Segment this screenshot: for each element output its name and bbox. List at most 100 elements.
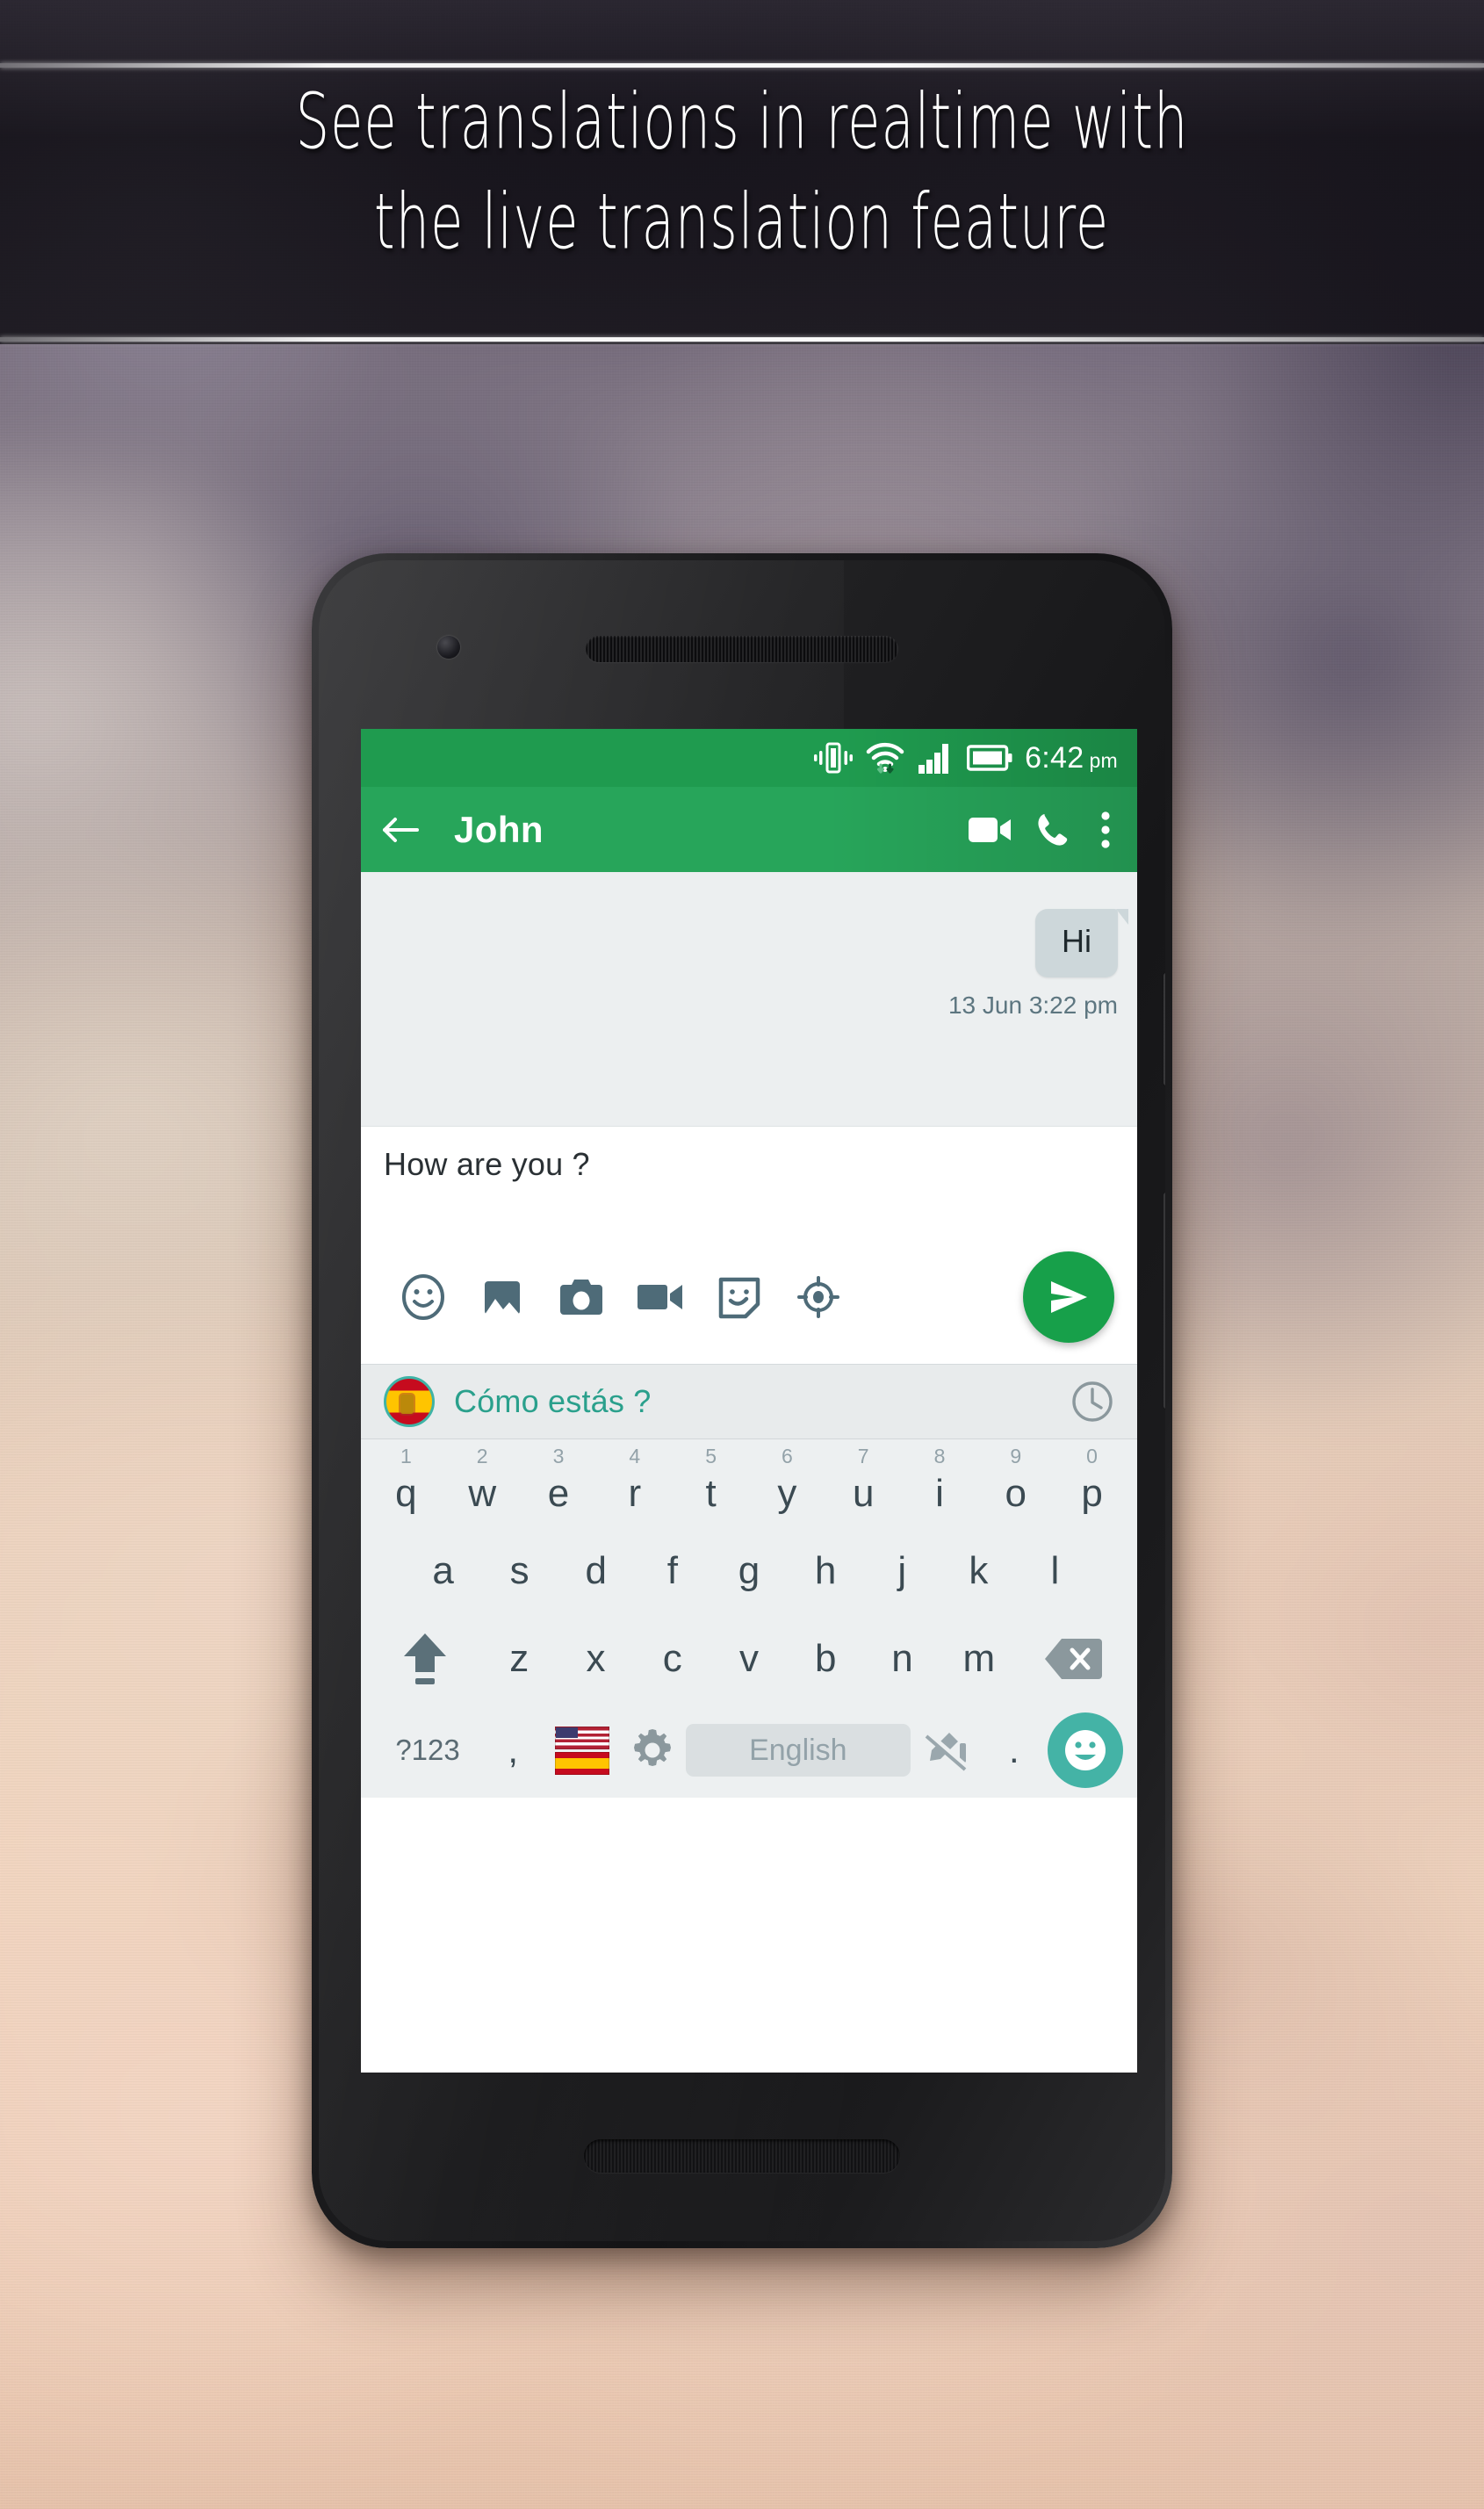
key-e[interactable]: 3e: [521, 1443, 597, 1527]
key-emoji[interactable]: [1045, 1712, 1125, 1788]
key-d[interactable]: d: [558, 1527, 634, 1615]
key-u[interactable]: 7u: [825, 1443, 902, 1527]
key-l-letter: l: [1050, 1549, 1060, 1592]
key-f[interactable]: f: [634, 1527, 710, 1615]
status-clock: 6:42: [1025, 740, 1084, 775]
phone-screen: 6:42 pm John Hi 13 Jun 3:22 pm How are y…: [361, 729, 1137, 2073]
key-r[interactable]: 4r: [596, 1443, 673, 1527]
key-y[interactable]: 6y: [749, 1443, 825, 1527]
power-button[interactable]: [1163, 973, 1165, 1085]
sticker-icon[interactable]: [700, 1264, 779, 1330]
key-l[interactable]: l: [1017, 1527, 1093, 1615]
phone-call-icon[interactable]: [1035, 811, 1072, 848]
key-x-letter: x: [586, 1637, 606, 1680]
video-icon[interactable]: [621, 1264, 700, 1330]
key-p-num: 0: [1086, 1445, 1098, 1467]
key-o-num: 9: [1010, 1445, 1022, 1467]
volume-button[interactable]: [1163, 1193, 1165, 1409]
key-f-letter: f: [666, 1549, 678, 1592]
translation-bar[interactable]: Cómo estás ?: [361, 1364, 1137, 1439]
key-x[interactable]: x: [558, 1615, 634, 1703]
key-q-letter: q: [395, 1472, 417, 1515]
wifi-icon: [866, 742, 904, 774]
emoji-icon[interactable]: [384, 1264, 463, 1330]
key-c[interactable]: c: [634, 1615, 710, 1703]
key-j[interactable]: j: [864, 1527, 940, 1615]
message-bubble[interactable]: Hi: [1035, 909, 1128, 977]
key-a-letter: a: [432, 1549, 454, 1592]
battery-icon: [967, 745, 1012, 771]
key-language-switch[interactable]: [544, 1726, 620, 1775]
backspace-icon[interactable]: [1017, 1636, 1128, 1682]
keyboard[interactable]: 1q 2w 3e 4r 5t 6y 7u 8i 9o 0p a s d f g: [361, 1439, 1137, 1798]
message-input[interactable]: How are you ?: [384, 1146, 1114, 1183]
app-bar: John: [361, 787, 1137, 872]
key-z-letter: z: [509, 1637, 529, 1680]
key-t[interactable]: 5t: [673, 1443, 749, 1527]
back-arrow-icon[interactable]: [380, 813, 421, 847]
key-t-num: 5: [705, 1445, 717, 1467]
key-i[interactable]: 8i: [902, 1443, 978, 1527]
key-v[interactable]: v: [710, 1615, 787, 1703]
key-symbols[interactable]: ?123: [373, 1703, 482, 1798]
earpiece-speaker: [586, 636, 898, 662]
conversation-pane[interactable]: Hi 13 Jun 3:22 pm: [361, 872, 1137, 1127]
location-icon[interactable]: [779, 1264, 858, 1330]
keyboard-row-1: 1q 2w 3e 4r 5t 6y 7u 8i 9o 0p: [361, 1443, 1137, 1527]
key-comma[interactable]: ,: [482, 1703, 544, 1798]
key-g-letter: g: [738, 1549, 760, 1592]
key-w-num: 2: [476, 1445, 488, 1467]
key-p[interactable]: 0p: [1054, 1443, 1130, 1527]
send-button[interactable]: [1023, 1251, 1114, 1343]
key-k[interactable]: k: [940, 1527, 1017, 1615]
key-b[interactable]: b: [788, 1615, 864, 1703]
key-j-letter: j: [897, 1549, 907, 1592]
phone-body: 6:42 pm John Hi 13 Jun 3:22 pm How are y…: [319, 560, 1165, 2241]
gallery-icon[interactable]: [463, 1264, 542, 1330]
key-s-letter: s: [509, 1549, 529, 1592]
key-e-num: 3: [552, 1445, 565, 1467]
shift-icon[interactable]: [370, 1630, 481, 1688]
composer: How are you ?: [361, 1127, 1137, 1364]
flag-spain-icon: [554, 1751, 609, 1775]
send-icon: [1051, 1281, 1087, 1313]
promo-banner: See translations in realtime with the li…: [0, 0, 1484, 344]
key-o[interactable]: 9o: [977, 1443, 1054, 1527]
key-o-letter: o: [1005, 1472, 1027, 1515]
key-m[interactable]: m: [940, 1615, 1017, 1703]
clock-history-icon[interactable]: [1070, 1380, 1114, 1424]
key-u-letter: u: [852, 1472, 875, 1515]
key-z[interactable]: z: [481, 1615, 558, 1703]
keyboard-row-4: ?123 , English .: [361, 1703, 1137, 1798]
key-a[interactable]: a: [405, 1527, 481, 1615]
key-r-letter: r: [628, 1472, 642, 1515]
bottom-speaker: [584, 2139, 900, 2173]
flag-spain-icon: [384, 1376, 435, 1427]
key-r-num: 4: [629, 1445, 641, 1467]
key-y-letter: y: [777, 1472, 797, 1515]
key-q-num: 1: [400, 1445, 412, 1467]
camera-icon[interactable]: [542, 1264, 621, 1330]
gear-icon[interactable]: [620, 1727, 685, 1773]
key-g[interactable]: g: [710, 1527, 787, 1615]
key-w[interactable]: 2w: [444, 1443, 521, 1527]
key-v-letter: v: [738, 1637, 759, 1680]
key-s[interactable]: s: [481, 1527, 558, 1615]
handwriting-off-icon[interactable]: [911, 1729, 983, 1771]
key-c-letter: c: [662, 1637, 682, 1680]
key-h-letter: h: [814, 1549, 837, 1592]
key-period[interactable]: .: [983, 1703, 1045, 1798]
overflow-menu-icon[interactable]: [1099, 811, 1113, 849]
emoji-icon: [1047, 1712, 1123, 1788]
key-d-letter: d: [585, 1549, 608, 1592]
key-q[interactable]: 1q: [368, 1443, 444, 1527]
space-key[interactable]: English: [685, 1724, 911, 1777]
key-e-letter: e: [547, 1472, 570, 1515]
flag-us-icon: [554, 1726, 609, 1749]
key-w-letter: w: [468, 1472, 497, 1515]
key-b-letter: b: [815, 1637, 837, 1680]
video-call-icon[interactable]: [967, 812, 1012, 847]
key-n[interactable]: n: [864, 1615, 940, 1703]
attachment-row: [384, 1251, 1114, 1343]
key-h[interactable]: h: [788, 1527, 864, 1615]
